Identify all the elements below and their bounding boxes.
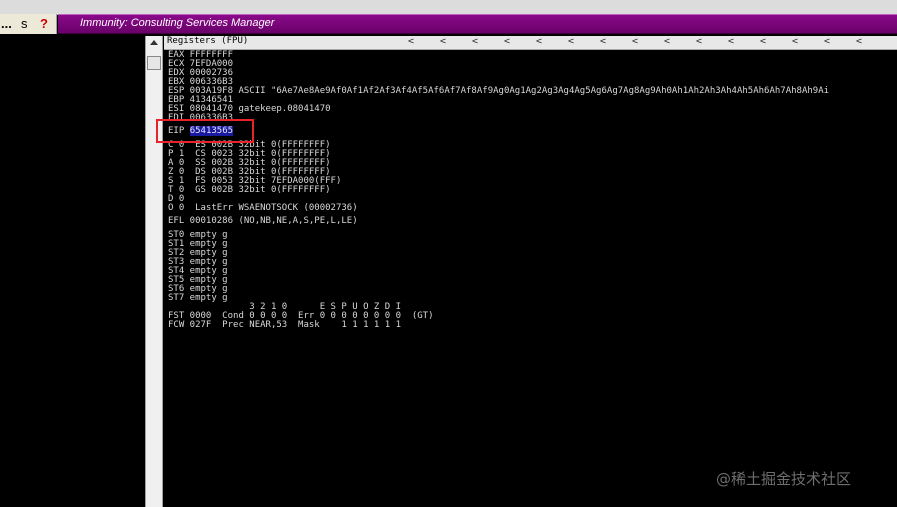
registers-title: Registers (FPU)	[167, 36, 249, 46]
eip-highlight-box	[156, 119, 254, 143]
collapse-left-icon[interactable]: <	[504, 36, 510, 47]
collapse-left-icon[interactable]: <	[824, 36, 830, 47]
collapse-left-icon[interactable]: <	[696, 36, 702, 47]
register-esp[interactable]: ESP 003A19F8 ASCII "6Ae7Ae8Ae9Af0Af1Af2A…	[168, 87, 829, 96]
fpu-fcw[interactable]: FCW 027F Prec NEAR,53 Mask 1 1 1 1 1 1	[168, 321, 401, 330]
flag-line-o[interactable]: O 0 LastErr WSAENOTSOCK (00002736)	[168, 204, 358, 213]
s-button[interactable]: s	[21, 16, 28, 31]
top-strip	[0, 0, 897, 15]
collapse-left-icon[interactable]: <	[600, 36, 606, 47]
collapse-left-icon[interactable]: <	[792, 36, 798, 47]
collapse-left-icon[interactable]: <	[472, 36, 478, 47]
collapse-left-icon[interactable]: <	[408, 36, 414, 47]
collapse-left-icon[interactable]: <	[632, 36, 638, 47]
scroll-thumb[interactable]	[147, 56, 161, 70]
window-title: Immunity: Consulting Services Manager	[80, 17, 275, 29]
collapse-left-icon[interactable]: <	[728, 36, 734, 47]
collapse-left-icon[interactable]: <	[568, 36, 574, 47]
window-titlebar[interactable]: Immunity: Consulting Services Manager	[58, 14, 897, 34]
collapse-left-icon[interactable]: <	[440, 36, 446, 47]
scroll-up-icon[interactable]	[150, 40, 158, 45]
registers-header: Registers (FPU) < < < < < < < < < < < < …	[164, 36, 897, 50]
cpu-pane[interactable]	[0, 36, 145, 507]
collapse-left-icon[interactable]: <	[536, 36, 542, 47]
collapse-left-icon[interactable]: <	[760, 36, 766, 47]
help-icon[interactable]: ?	[40, 16, 48, 31]
more-button[interactable]: ...	[1, 16, 12, 31]
registers-panel[interactable]: Registers (FPU) < < < < < < < < < < < < …	[164, 36, 897, 507]
toolbar: ... s ?	[0, 14, 57, 34]
watermark: @稀土掘金技术社区	[716, 470, 852, 488]
collapse-left-icon[interactable]: <	[856, 36, 862, 47]
collapse-left-icon[interactable]: <	[664, 36, 670, 47]
vertical-scrollbar[interactable]	[145, 36, 163, 507]
flag-line-t[interactable]: T 0 GS 002B 32bit 0(FFFFFFFF)	[168, 186, 331, 195]
register-efl[interactable]: EFL 00010286 (NO,NB,NE,A,S,PE,L,LE)	[168, 217, 358, 226]
